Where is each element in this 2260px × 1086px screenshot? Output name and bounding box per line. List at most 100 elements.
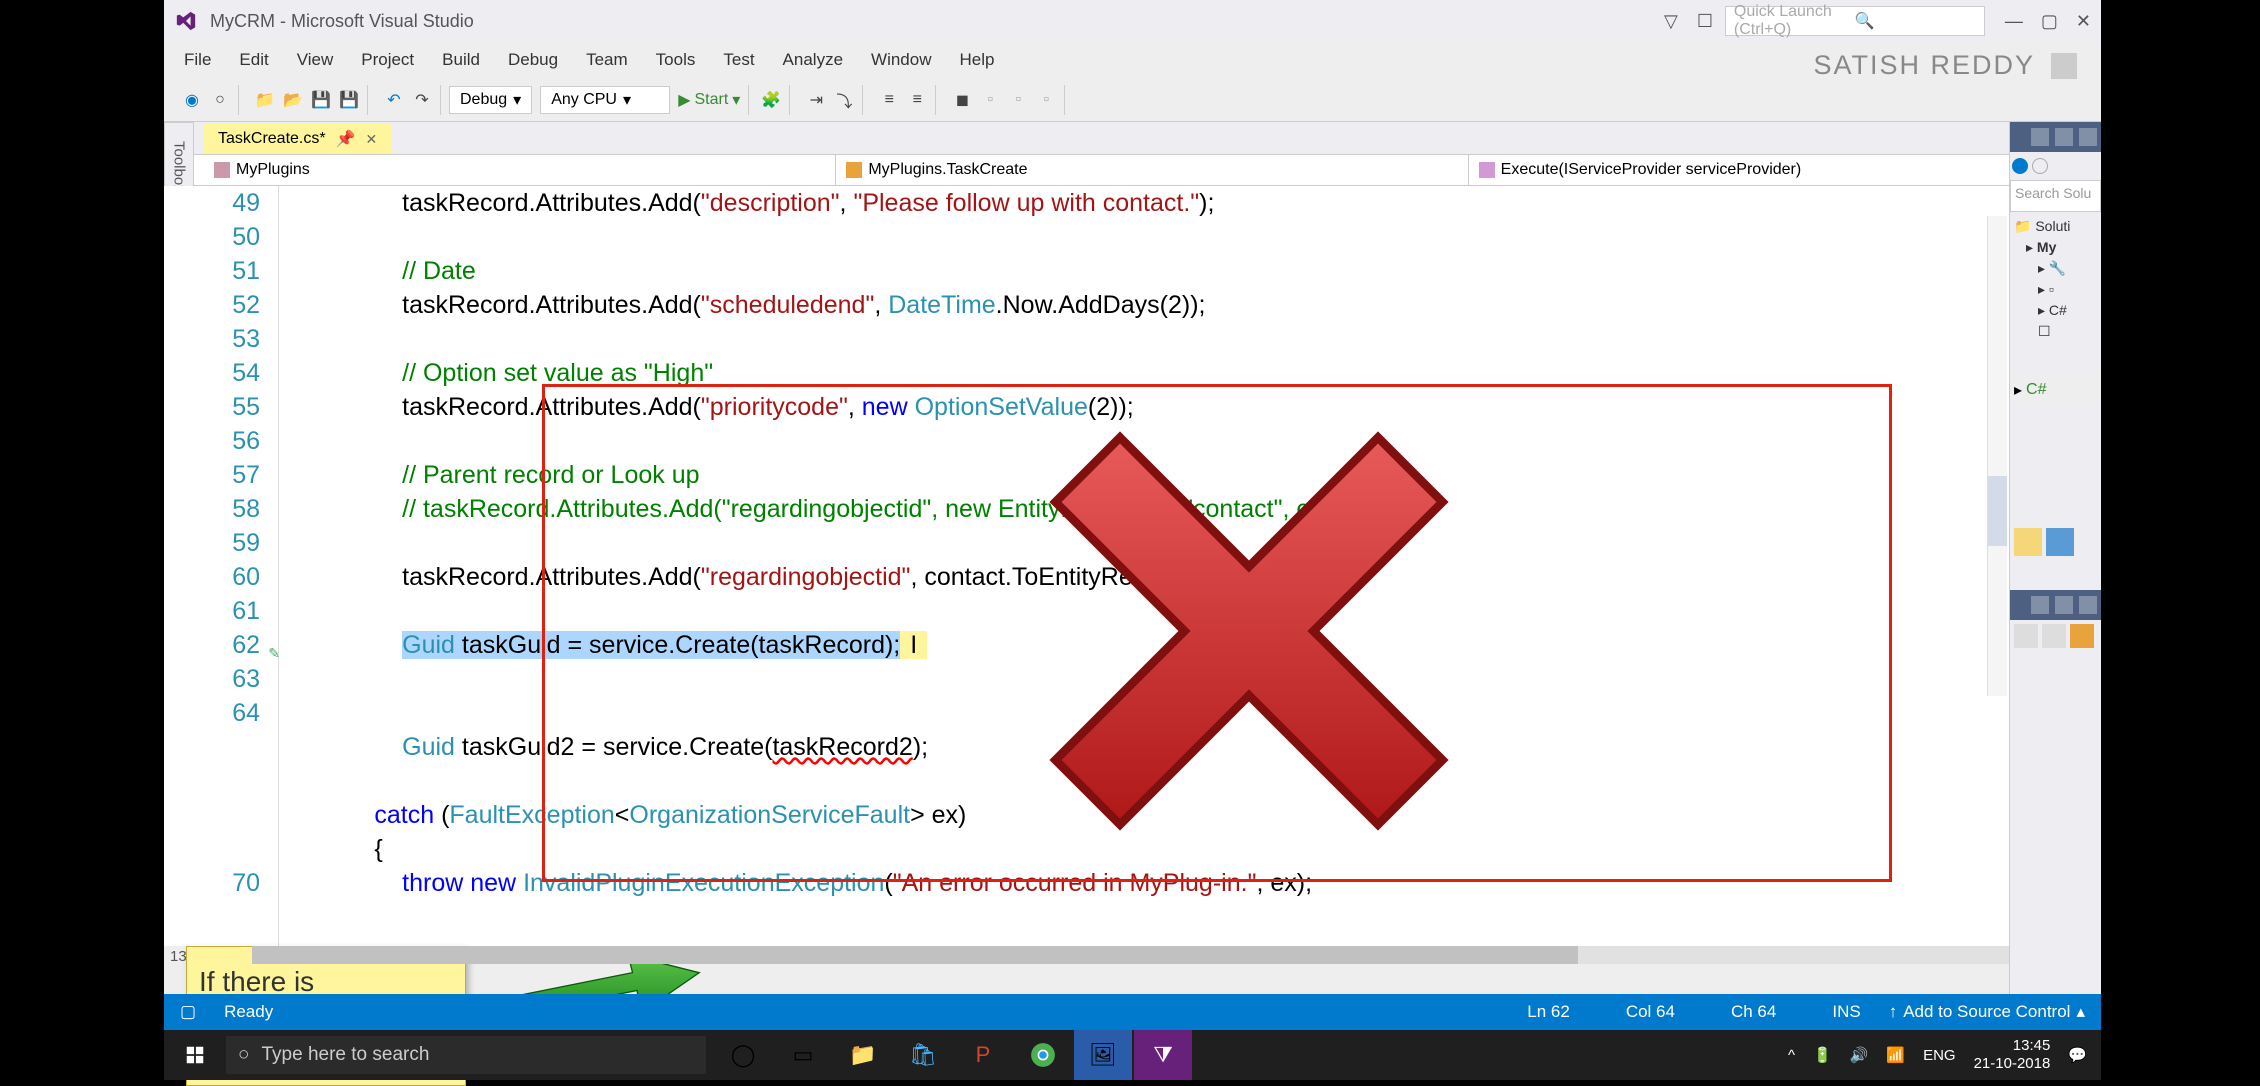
document-tabs: TaskCreate.cs* 📌 ✕ [164,122,2101,154]
step-button-2[interactable]: ⤵ [832,88,856,112]
powerpoint-icon[interactable]: P [954,1030,1012,1080]
photos-icon[interactable]: 🖼 [1074,1030,1132,1080]
solution-root[interactable]: 📁 Soluti [2014,216,2097,237]
minimize-button[interactable]: — [2005,11,2023,32]
bookmark-button[interactable]: ◼ [950,88,974,112]
class-icon [846,162,862,178]
icon-button[interactable]: ▫ [1006,88,1030,112]
chevron-right-icon[interactable]: ▸ [2014,380,2022,400]
menu-file[interactable]: File [170,44,225,76]
prop-button-icon[interactable] [2070,624,2094,648]
config-dropdown[interactable]: Debug ▾ [449,86,532,114]
new-project-button[interactable]: 📁 [253,88,277,112]
taskbar-clock[interactable]: 13:45 21-10-2018 [1974,1037,2051,1073]
menu-project[interactable]: Project [347,44,428,76]
language-indicator[interactable]: ENG [1923,1047,1956,1064]
pin-icon[interactable]: 📌 [336,129,356,149]
tree-item[interactable]: ▸ 🔧 [2014,258,2097,279]
step-button[interactable]: ⇥ [804,88,828,112]
prop-button-icon[interactable] [2014,624,2038,648]
solution-tree[interactable]: 📁 Soluti ▸ My ▸ 🔧 ▸ ▫ ▸ C# ☐ [2010,212,2101,346]
nav-fwd-icon[interactable] [2032,158,2048,174]
attach-button[interactable]: 🧩 [759,88,783,112]
save-all-button[interactable]: 💾 [337,88,361,112]
panel-pin-icon[interactable] [2055,596,2073,614]
menu-view[interactable]: View [283,44,348,76]
redo-button[interactable]: ↷ [410,88,434,112]
nav-back-button[interactable]: ◉ [180,88,204,112]
code-nav-bar: MyPlugins MyPlugins.TaskCreate Execute(I… [164,154,2101,186]
feedback-icon[interactable]: ☐ [1691,7,1719,35]
platform-dropdown[interactable]: Any CPU ▾ [540,86,670,114]
tree-item[interactable]: ☐ [2014,321,2097,342]
notification-center-icon[interactable]: 💬 [2068,1046,2087,1064]
maximize-button[interactable]: ▢ [2041,11,2058,32]
cortana-icon[interactable]: ◯ [714,1030,772,1080]
source-control-button[interactable]: Add to Source Control [1903,1002,2070,1022]
menu-analyze[interactable]: Analyze [769,44,857,76]
main-toolbar: ◉ ○ 📁 📂 💾 💾 ↶ ↷ Debug ▾ Any CPU ▾ ▶ Star… [164,78,2101,122]
icon-button[interactable]: ▫ [978,88,1002,112]
status-line: Ln 62 [1499,1002,1598,1022]
panel-tab-icon[interactable] [2014,528,2042,556]
menu-test[interactable]: Test [709,44,768,76]
menu-debug[interactable]: Debug [494,44,572,76]
line-number-gutter: 4950515253545556575859606162✎636470 [164,186,279,946]
panel-close-icon[interactable] [2079,128,2097,146]
tree-item[interactable]: ▸ ▫ [2014,279,2097,300]
nav-back-icon[interactable] [2012,158,2028,174]
task-view-icon[interactable]: ▭ [774,1030,832,1080]
project-node[interactable]: ▸ My [2014,237,2097,258]
close-button[interactable]: ✕ [2076,11,2091,32]
namespace-dropdown[interactable]: MyPlugins [164,155,836,185]
class-dropdown[interactable]: MyPlugins.TaskCreate [836,155,1468,185]
save-button[interactable]: 💾 [309,88,333,112]
file-explorer-icon[interactable]: 📁 [834,1030,892,1080]
editor-footer: 133 % [164,946,2101,967]
code-content[interactable]: taskRecord.Attributes.Add("description",… [279,186,2101,946]
menu-help[interactable]: Help [946,44,1009,76]
quick-launch-input[interactable]: Quick Launch (Ctrl+Q) 🔍 [1725,6,1985,36]
panel-dropdown-icon[interactable] [2031,128,2049,146]
publish-icon[interactable]: ↑ [1889,1002,1898,1022]
tree-item[interactable]: ▸ C# [2014,300,2097,321]
close-tab-button[interactable]: ✕ [366,131,378,148]
solution-search-input[interactable]: Search Solu [2010,180,2101,212]
battery-icon[interactable]: 🔋 [1813,1046,1832,1064]
panel-close-icon[interactable] [2079,596,2097,614]
chrome-icon[interactable] [1014,1030,1072,1080]
panel-tab-icon[interactable] [2046,528,2074,556]
code-editor[interactable]: 4950515253545556575859606162✎636470 task… [164,186,2101,946]
panel-dropdown-icon[interactable] [2031,596,2049,614]
menu-tools[interactable]: Tools [642,44,710,76]
undo-button[interactable]: ↶ [382,88,406,112]
icon-button[interactable]: ▫ [1034,88,1058,112]
notification-icon[interactable]: ▽ [1657,7,1685,35]
horizontal-scrollbar[interactable] [252,946,2093,964]
open-button[interactable]: 📂 [281,88,305,112]
panel-pin-icon[interactable] [2055,128,2073,146]
chevron-up-icon[interactable]: ▴ [2076,1002,2085,1022]
title-bar: MyCRM - Microsoft Visual Studio ▽ ☐ Quic… [164,0,2101,42]
volume-icon[interactable]: 🔊 [1850,1046,1869,1064]
method-dropdown[interactable]: Execute(IServiceProvider serviceProvider… [1469,155,2101,185]
start-menu-button[interactable] [164,1030,226,1080]
nav-fwd-button[interactable]: ○ [208,88,232,112]
scrollbar-minimap[interactable] [1987,216,2007,696]
start-debug-button[interactable]: ▶ Start ▾ [678,90,740,110]
window-title: MyCRM - Microsoft Visual Studio [210,11,1657,32]
tray-chevron-icon[interactable]: ^ [1788,1047,1795,1064]
taskbar-search[interactable]: ○ Type here to search [226,1036,706,1074]
store-icon[interactable]: 🛍 [894,1030,952,1080]
panel-header [2010,122,2101,152]
uncomment-button[interactable]: ≡ [905,88,929,112]
prop-button-icon[interactable] [2042,624,2066,648]
menu-build[interactable]: Build [428,44,494,76]
menu-window[interactable]: Window [857,44,945,76]
wifi-icon[interactable]: 📶 [1886,1046,1905,1064]
tab-taskcreate[interactable]: TaskCreate.cs* 📌 ✕ [204,124,391,154]
menu-team[interactable]: Team [572,44,642,76]
comment-button[interactable]: ≡ [877,88,901,112]
menu-edit[interactable]: Edit [225,44,282,76]
visual-studio-icon[interactable]: ⧩ [1134,1030,1192,1080]
